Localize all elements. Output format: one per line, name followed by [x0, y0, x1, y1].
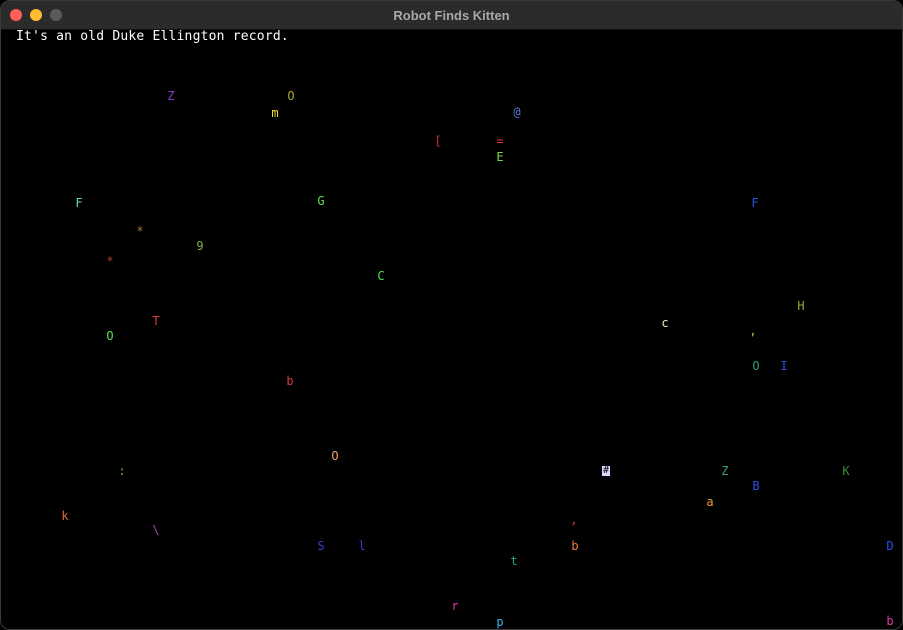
nki-object: =	[496, 134, 504, 148]
nki-object: \	[152, 523, 160, 537]
nki-object: D	[886, 539, 894, 553]
nki-object: F	[75, 196, 83, 210]
window-title: Robot Finds Kitten	[393, 8, 510, 23]
nki-object: c	[661, 316, 669, 330]
nki-object: [	[434, 134, 442, 148]
robot-player: #	[602, 465, 610, 476]
nki-object: a	[706, 495, 714, 509]
nki-object: Z	[167, 89, 175, 103]
nki-object: E	[496, 150, 504, 164]
title-bar[interactable]: Robot Finds Kitten	[1, 1, 902, 30]
nki-object: O	[752, 359, 760, 373]
nki-object: m	[271, 106, 279, 120]
nki-object: b	[571, 539, 579, 553]
nki-object: ,	[749, 324, 757, 338]
nki-object: ,	[570, 513, 578, 527]
nki-object: T	[152, 314, 160, 328]
nki-object: l	[358, 539, 366, 553]
nki-object: H	[797, 299, 805, 313]
nki-object: O	[287, 89, 295, 103]
nki-object: G	[317, 194, 325, 208]
nki-object: O	[331, 449, 339, 463]
nki-object: :	[118, 464, 126, 478]
nki-object: Z	[721, 464, 729, 478]
nki-object: t	[510, 554, 518, 568]
nki-object: *	[136, 224, 144, 238]
nki-object: b	[886, 614, 894, 628]
nki-object: r	[451, 599, 459, 613]
nki-object: @	[513, 105, 521, 119]
status-message: It's an old Duke Ellington record.	[16, 29, 289, 44]
nki-object: F	[751, 196, 759, 210]
nki-object: K	[842, 464, 850, 478]
nki-object: I	[780, 359, 788, 373]
nki-object: b	[286, 374, 294, 388]
nki-object: B	[752, 479, 760, 493]
game-field[interactable]: It's an old Duke Ellington record. Z Om @ […	[1, 29, 902, 629]
nki-object: S	[317, 539, 325, 553]
nki-object: 9	[196, 239, 204, 253]
nki-object: p	[496, 615, 504, 629]
nki-object: k	[61, 509, 69, 523]
nki-object: *	[106, 254, 114, 268]
nki-object: O	[106, 329, 114, 343]
nki-object: C	[377, 269, 385, 283]
game-window: Robot Finds Kitten It's an old Duke Elli…	[0, 0, 903, 630]
